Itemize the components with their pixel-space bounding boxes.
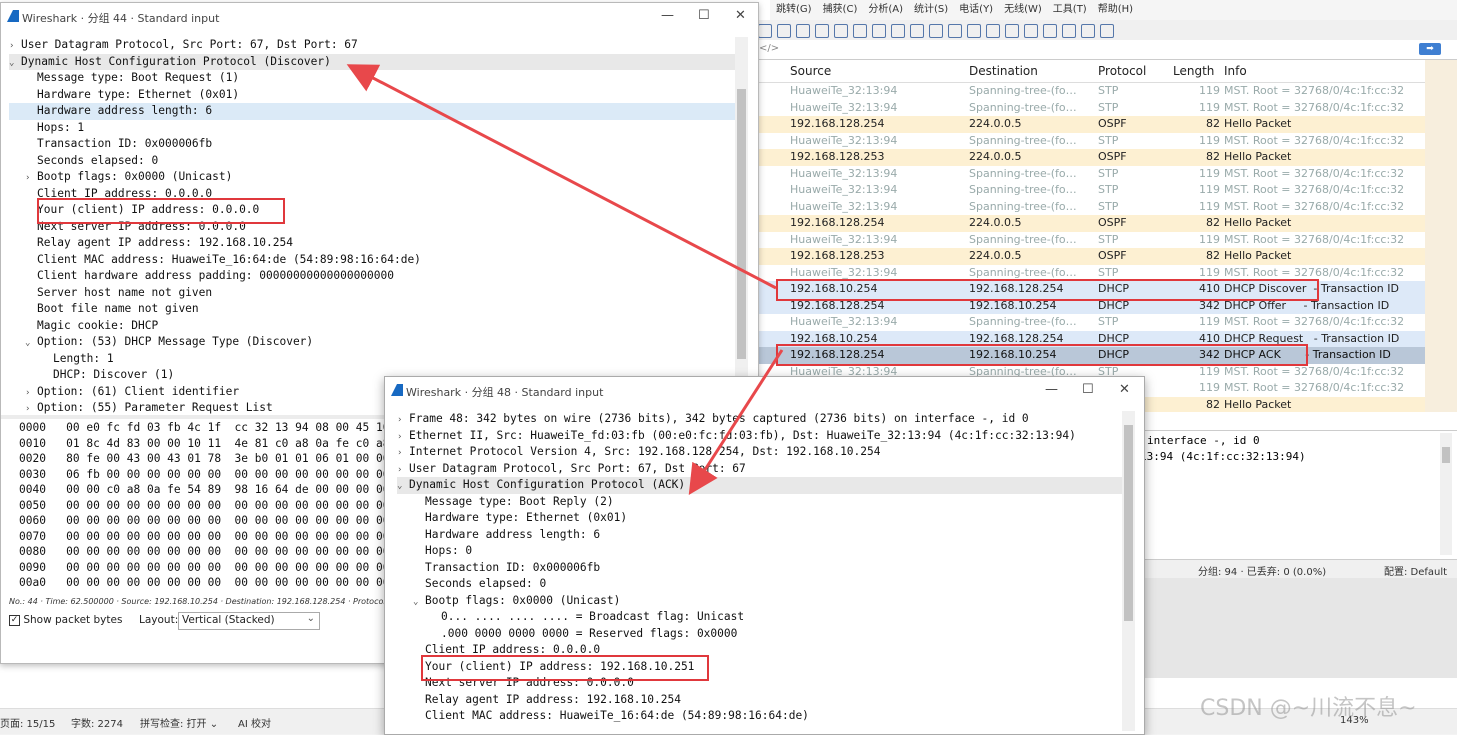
annotation-arrows	[346, 64, 784, 496]
arrow-ack	[688, 349, 784, 496]
watermark: CSDN @~川流不息~	[1200, 696, 1417, 721]
arrow-discover	[346, 64, 777, 290]
